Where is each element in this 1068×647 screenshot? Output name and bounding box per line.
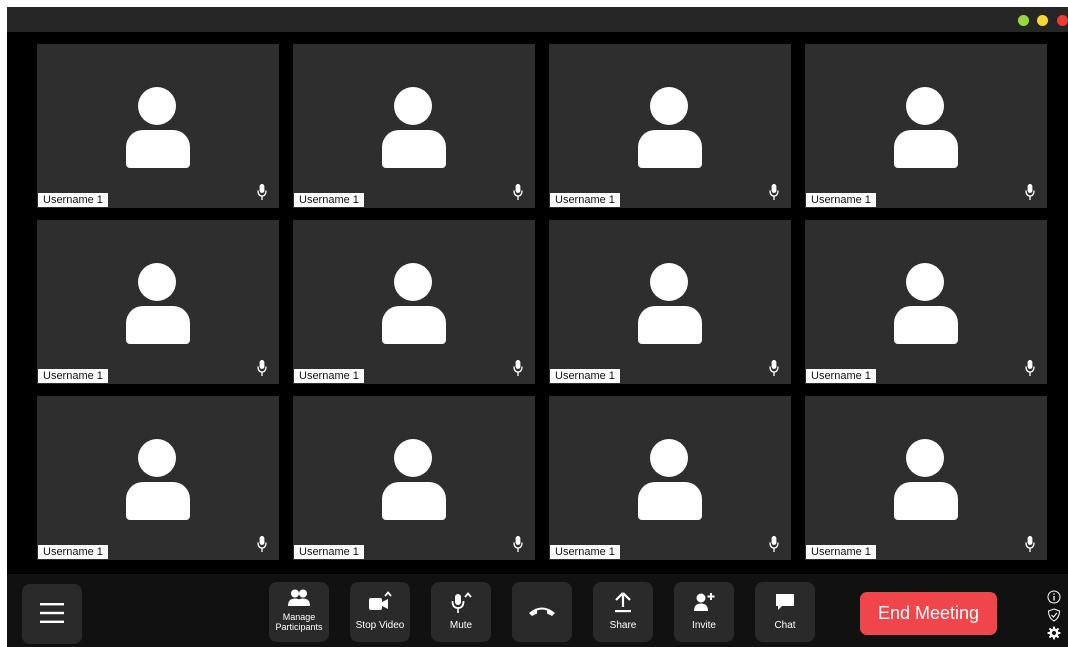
participant-name: Username 1 (806, 369, 876, 383)
avatar-placeholder-icon (382, 44, 446, 169)
participant-tile[interactable]: Username 1 (549, 44, 791, 208)
participant-video-grid: Username 1 Username 1 Username 1 Username 1… (37, 44, 1047, 560)
invite-label: Invite (692, 620, 716, 631)
mute-button[interactable]: Mute (431, 582, 491, 642)
stop-video-button[interactable]: Stop Video (350, 582, 410, 642)
chat-bubble-icon (755, 591, 815, 615)
microphone-icon (513, 535, 523, 553)
avatar-placeholder-icon (638, 220, 702, 345)
microphone-icon (513, 359, 523, 377)
manage-participants-button[interactable]: Manage Participants (269, 582, 329, 642)
microphone-icon (257, 535, 267, 553)
add-user-icon (674, 591, 734, 615)
share-button[interactable]: Share (593, 582, 653, 642)
share-upload-icon (593, 591, 653, 615)
hang-up-button[interactable] (512, 582, 572, 642)
microphone-icon (257, 183, 267, 201)
stop-video-label: Stop Video (355, 620, 405, 631)
participant-tile[interactable]: Username 1 (293, 220, 535, 384)
maximize-window-button[interactable] (1018, 15, 1029, 26)
manage-participants-label: Manage Participants (275, 612, 323, 632)
microphone-icon (769, 359, 779, 377)
phone-hangup-icon (512, 604, 572, 628)
participant-name: Username 1 (806, 193, 876, 207)
microphone-icon (431, 591, 491, 615)
avatar-placeholder-icon (126, 44, 190, 169)
participant-name: Username 1 (806, 545, 876, 559)
participant-tile[interactable]: Username 1 (293, 396, 535, 560)
microphone-icon (769, 535, 779, 553)
participant-tile[interactable]: Username 1 (805, 220, 1047, 384)
avatar-placeholder-icon (382, 220, 446, 345)
info-icon[interactable] (1047, 590, 1061, 604)
participant-name: Username 1 (550, 193, 620, 207)
chat-label: Chat (774, 620, 796, 631)
participant-tile[interactable]: Username 1 (37, 44, 279, 208)
minimize-window-button[interactable] (1037, 15, 1048, 26)
participant-tile[interactable]: Username 1 (805, 396, 1047, 560)
share-label: Share (609, 620, 637, 631)
menu-button[interactable] (22, 584, 82, 644)
microphone-icon (1025, 183, 1035, 201)
participant-tile[interactable]: Username 1 (805, 44, 1047, 208)
avatar-placeholder-icon (382, 396, 446, 521)
hamburger-icon (22, 602, 82, 626)
microphone-icon (1025, 359, 1035, 377)
microphone-icon (257, 359, 267, 377)
invite-button[interactable]: Invite (674, 582, 734, 642)
avatar-placeholder-icon (638, 396, 702, 521)
title-bar (7, 7, 1068, 32)
shield-icon[interactable] (1047, 608, 1061, 622)
participant-tile[interactable]: Username 1 (549, 220, 791, 384)
participant-name: Username 1 (294, 545, 364, 559)
end-meeting-button[interactable]: End Meeting (860, 592, 997, 635)
meeting-toolbar: Manage Participants Stop Video Mute Shar… (7, 574, 1068, 647)
avatar-placeholder-icon (126, 396, 190, 521)
avatar-placeholder-icon (894, 396, 958, 521)
close-window-button[interactable] (1057, 15, 1068, 26)
participant-name: Username 1 (550, 369, 620, 383)
participants-icon (269, 589, 329, 613)
avatar-placeholder-icon (126, 220, 190, 345)
participant-name: Username 1 (294, 193, 364, 207)
avatar-placeholder-icon (894, 44, 958, 169)
microphone-icon (769, 183, 779, 201)
avatar-placeholder-icon (894, 220, 958, 345)
participant-tile[interactable]: Username 1 (549, 396, 791, 560)
participant-tile[interactable]: Username 1 (37, 220, 279, 384)
microphone-icon (1025, 535, 1035, 553)
participant-tile[interactable]: Username 1 (293, 44, 535, 208)
participant-name: Username 1 (38, 545, 108, 559)
settings-gear-icon[interactable] (1047, 626, 1061, 640)
participant-name: Username 1 (294, 369, 364, 383)
chat-button[interactable]: Chat (755, 582, 815, 642)
video-camera-icon (350, 591, 410, 615)
meeting-window: Username 1 Username 1 Username 1 Username 1… (7, 7, 1068, 647)
participant-tile[interactable]: Username 1 (37, 396, 279, 560)
participant-name: Username 1 (550, 545, 620, 559)
participant-name: Username 1 (38, 193, 108, 207)
participant-name: Username 1 (38, 369, 108, 383)
mute-label: Mute (449, 620, 473, 631)
microphone-icon (513, 183, 523, 201)
avatar-placeholder-icon (638, 44, 702, 169)
